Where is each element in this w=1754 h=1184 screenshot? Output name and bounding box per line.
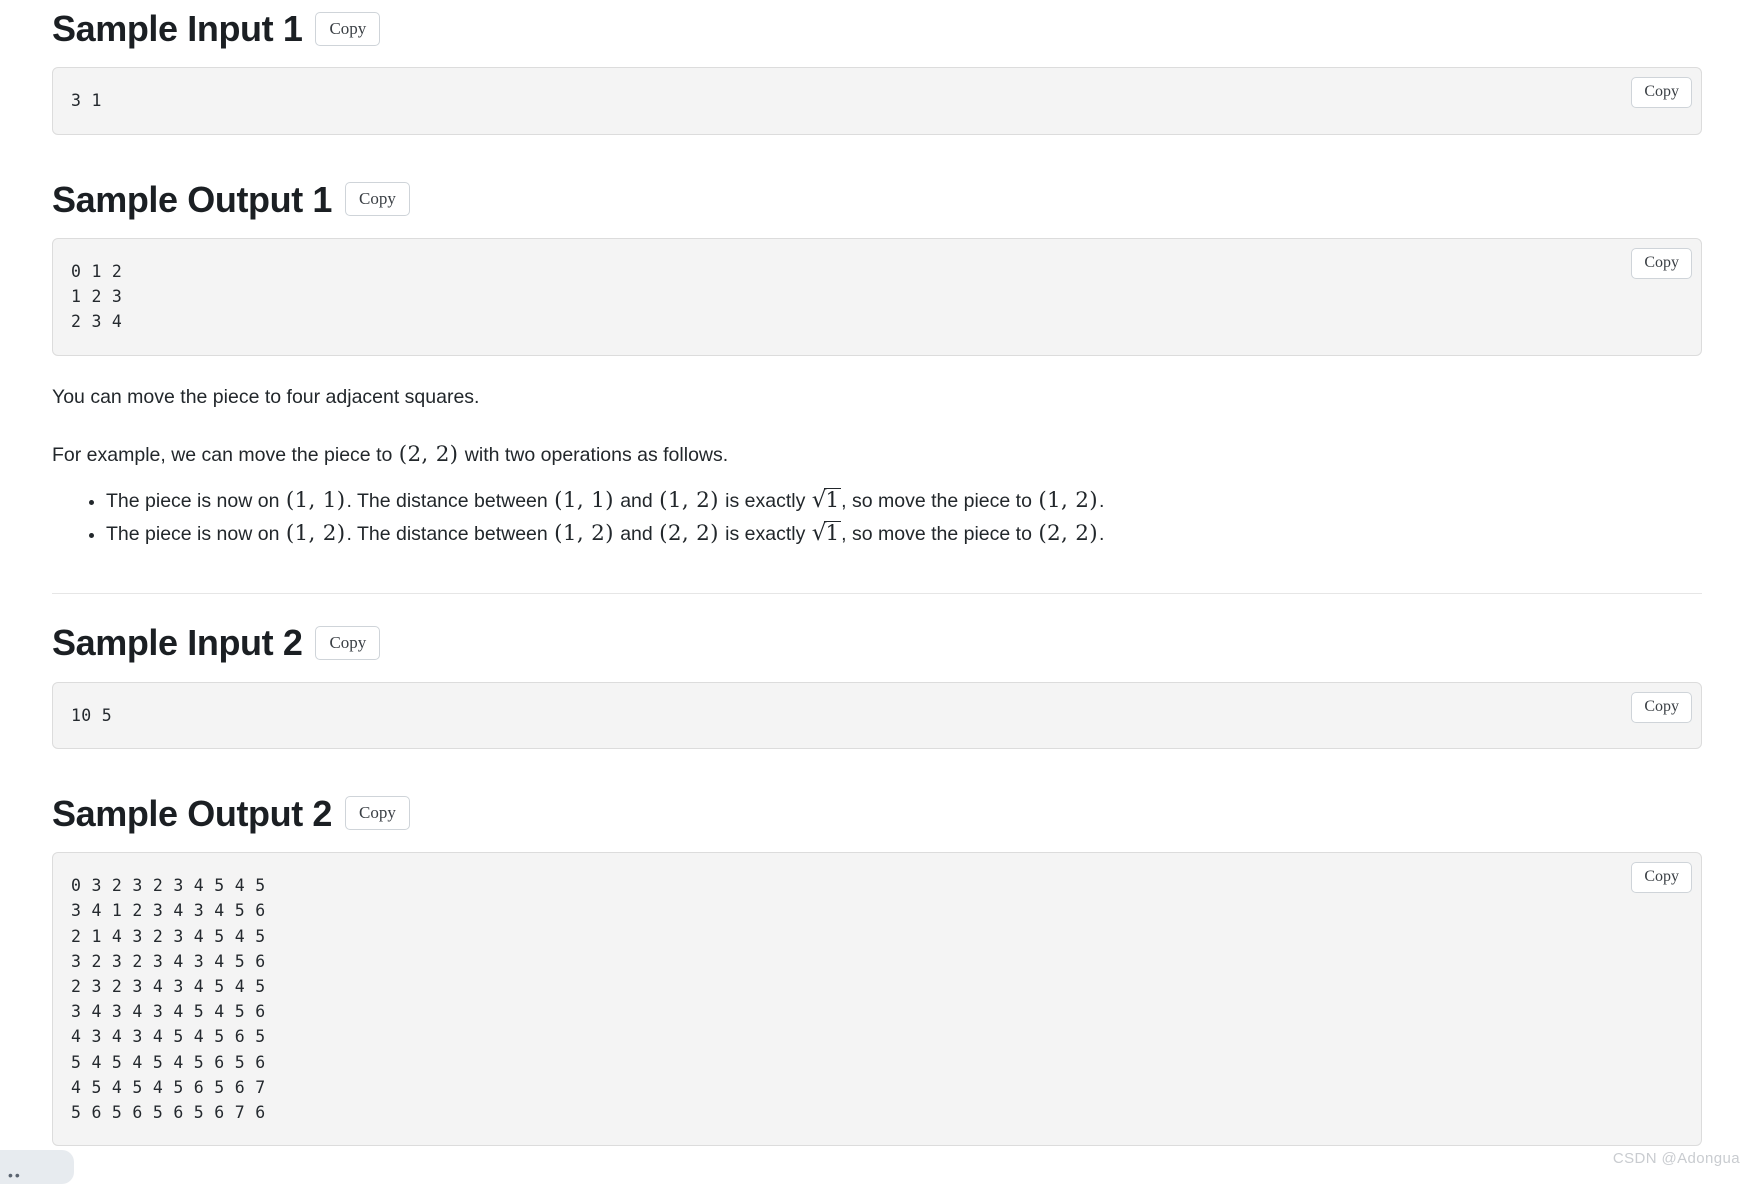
bullet-text: . The distance between <box>346 522 554 545</box>
floating-corner-widget[interactable]: •• <box>0 1150 74 1184</box>
copy-button-sample-input-2-code[interactable]: Copy <box>1631 691 1692 723</box>
copy-button-sample-output-2-heading[interactable]: Copy <box>345 796 410 831</box>
copy-button-sample-input-1-code[interactable]: Copy <box>1631 77 1692 109</box>
math-coordinate: (2, 2) <box>659 520 719 546</box>
section-title-sample-output-2: Sample Output 2 <box>52 792 333 834</box>
document-body: Sample Input 1 Copy Copy 3 1 Sample Outp… <box>0 0 1754 1147</box>
code-content-sample-output-2: 0 3 2 3 2 3 4 5 4 5 3 4 1 2 3 4 3 4 5 6 … <box>71 876 266 1122</box>
explanation-paragraph-1: You can move the piece to four adjacent … <box>52 385 480 408</box>
section-title-sample-output-1: Sample Output 1 <box>52 178 333 220</box>
copy-button-sample-input-1-heading[interactable]: Copy <box>315 11 381 46</box>
bullet-text: The piece is now on <box>106 522 285 545</box>
bullet-text: and <box>614 522 659 545</box>
bullet-text: . The distance between <box>346 490 554 513</box>
code-block-sample-input-1: Copy 3 1 <box>52 67 1702 135</box>
code-block-sample-output-1: Copy 0 1 2 1 2 3 2 3 4 <box>52 237 1702 356</box>
explanation-paragraph-2-suffix: with two operations as follows. <box>459 443 729 466</box>
math-coordinate: (1, 2) <box>285 520 346 546</box>
bullet-text: . <box>1098 522 1105 545</box>
csdn-watermark: CSDN @Adongua <box>1612 1150 1740 1167</box>
copy-button-sample-output-2-code[interactable]: Copy <box>1631 862 1692 894</box>
section-header-sample-output-2: Sample Output 2 Copy <box>52 793 1702 834</box>
section-title-sample-input-1: Sample Input 1 <box>52 8 303 49</box>
explanation-bullet-list: The piece is now on (1, 1). The distance… <box>52 485 1702 550</box>
copy-button-sample-output-1-heading[interactable]: Copy <box>345 182 410 217</box>
bullet-text: . <box>1098 490 1105 513</box>
math-square-root: √1 <box>811 487 842 514</box>
code-block-sample-input-2: Copy 10 5 <box>52 681 1702 749</box>
bullet-text: The piece is now on <box>106 490 285 513</box>
code-content-sample-output-1: 0 1 2 1 2 3 2 3 4 <box>71 261 123 332</box>
math-coordinate: (1, 2) <box>554 520 614 546</box>
bullet-text: and <box>614 490 659 513</box>
math-radicand: 1 <box>824 520 842 546</box>
copy-button-sample-input-2-heading[interactable]: Copy <box>315 625 381 660</box>
math-radicand: 1 <box>824 488 842 514</box>
explanation-paragraph-2: For example, we can move the piece to (2… <box>52 438 1702 471</box>
bullet-text: is exactly <box>719 522 811 545</box>
bullet-text: is exactly <box>719 490 811 513</box>
section-header-sample-output-1: Sample Output 1 Copy <box>52 179 1702 220</box>
explanation-paragraph-2-prefix: For example, we can move the piece to <box>52 443 398 466</box>
math-square-root: √1 <box>811 519 842 546</box>
math-coordinate: (1, 2) <box>1038 488 1098 514</box>
corner-widget-glyph: •• <box>8 1167 22 1183</box>
list-item: The piece is now on (1, 2). The distance… <box>106 518 1702 551</box>
bullet-text: , so move the piece to <box>841 490 1038 513</box>
section-title-sample-input-2: Sample Input 2 <box>52 622 303 664</box>
bullet-text: , so move the piece to <box>841 522 1038 545</box>
section-header-sample-input-2: Sample Input 2 Copy <box>52 622 1702 663</box>
math-coordinate: (1, 1) <box>554 488 614 514</box>
code-block-sample-output-2: Copy 0 3 2 3 2 3 4 5 4 5 3 4 1 2 3 4 3 4… <box>52 852 1702 1147</box>
math-coordinate: (2, 2) <box>1038 520 1098 546</box>
copy-button-sample-output-1-code[interactable]: Copy <box>1631 247 1692 279</box>
math-coordinate: (1, 1) <box>285 488 346 514</box>
code-content-sample-input-1: 3 1 <box>71 91 102 111</box>
code-content-sample-input-2: 10 5 <box>71 705 112 725</box>
math-coordinate-2-2: (2, 2) <box>398 441 459 467</box>
section-header-sample-input-1: Sample Input 1 Copy <box>52 8 1702 49</box>
math-coordinate: (1, 2) <box>659 488 719 514</box>
list-item: The piece is now on (1, 1). The distance… <box>106 485 1702 518</box>
